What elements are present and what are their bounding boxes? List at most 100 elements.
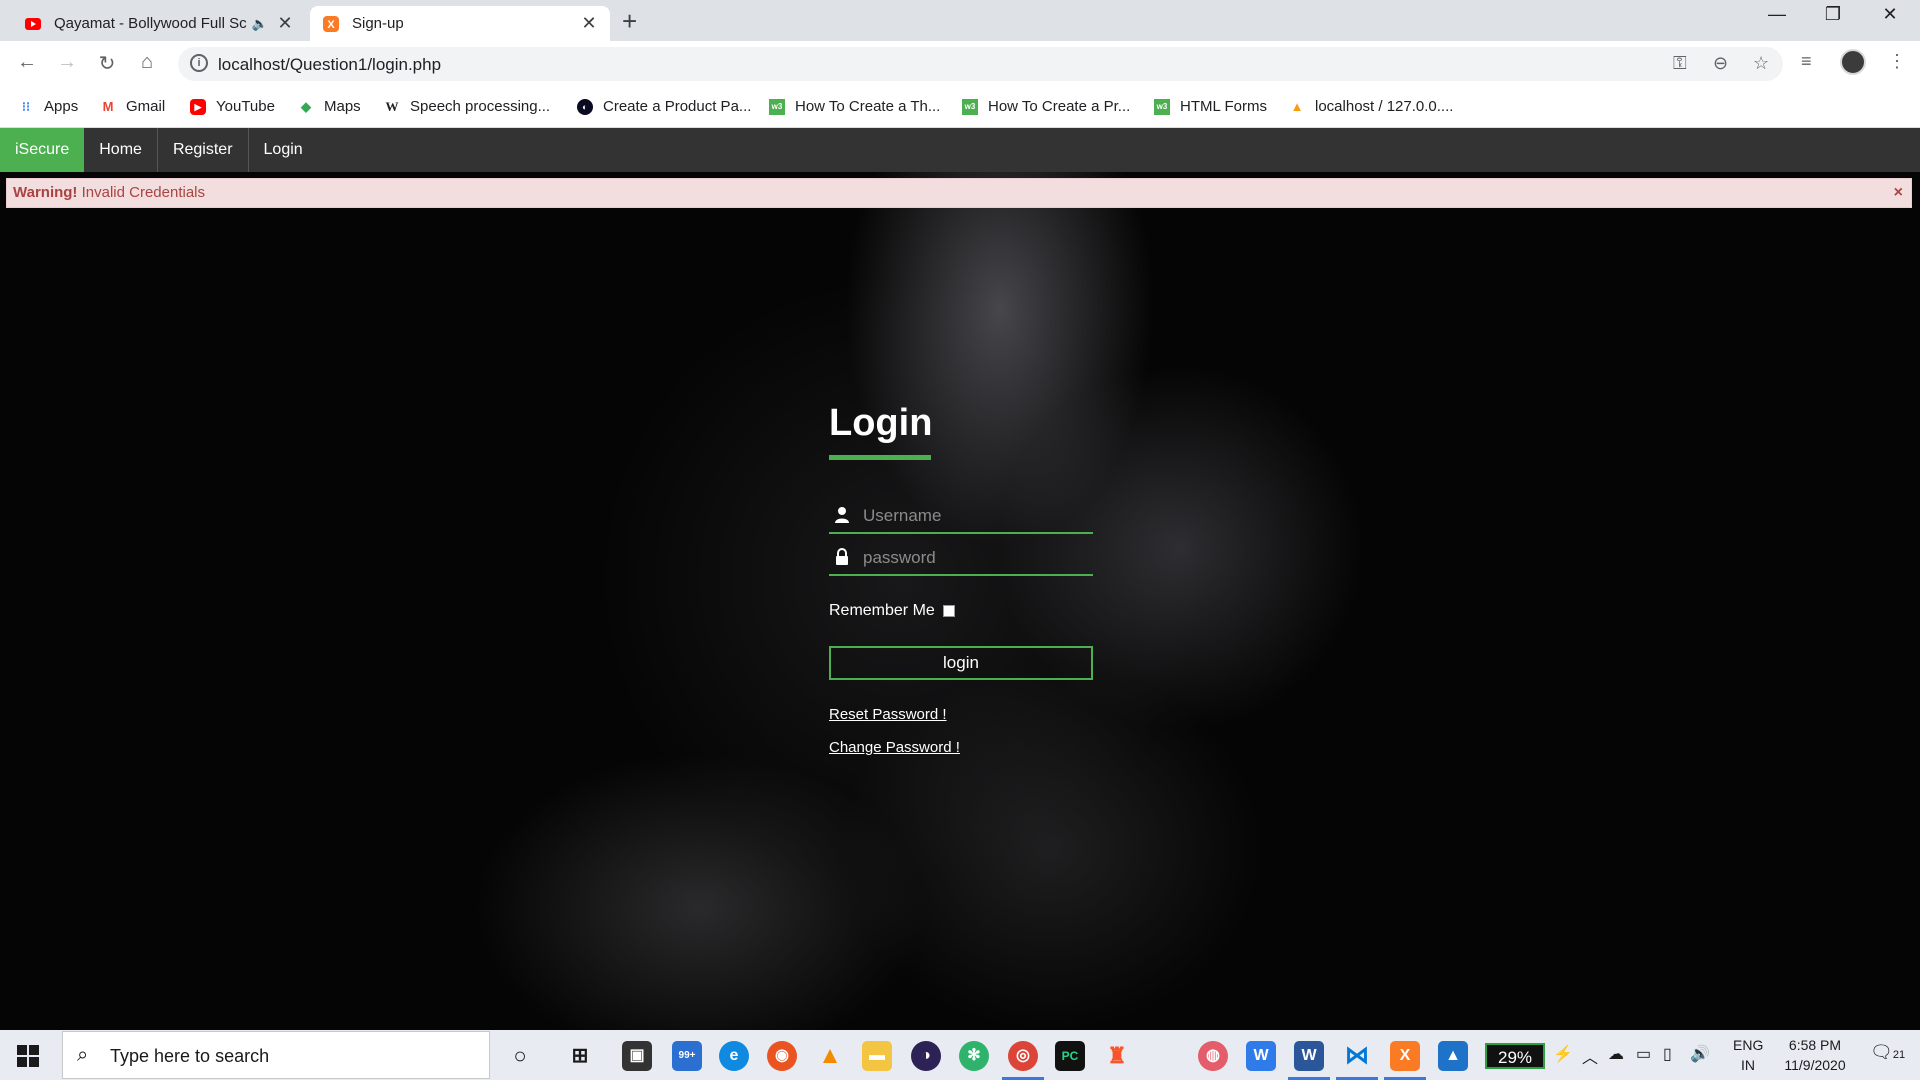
close-alert-icon[interactable]: × <box>1894 179 1903 207</box>
username-input[interactable] <box>863 504 1083 528</box>
close-tab-icon[interactable]: ✕ <box>580 13 598 34</box>
forward-arrow-icon[interactable]: → <box>53 51 81 74</box>
site-navbar: iSecure Home Register Login <box>0 128 1920 172</box>
bookmark-html-forms[interactable]: w3 HTML Forms <box>1154 98 1267 115</box>
svg-text:X: X <box>327 19 335 31</box>
chevron-up-icon[interactable]: ︿ <box>1582 1044 1598 1068</box>
language-code: ENG <box>1733 1037 1764 1053</box>
lock-icon <box>836 548 848 565</box>
bookmark-product-page[interactable]: ◐ Create a Product Pa... <box>577 98 751 115</box>
bookmark-label: Create a Product Pa... <box>603 98 752 115</box>
user-icon <box>835 507 849 523</box>
clock[interactable]: 6:58 PM 11/9/2020 <box>1775 1037 1855 1073</box>
bookmark-speech[interactable]: W Speech processing... <box>384 98 551 115</box>
bookmark-star-icon[interactable]: ☆ <box>1753 53 1769 74</box>
bookmarks-bar: ⁝⁝ Apps M Gmail ▶ YouTube ◆ Maps W Speec… <box>0 88 1920 128</box>
password-input[interactable] <box>863 546 1083 570</box>
windows-start-icon[interactable] <box>17 1045 39 1067</box>
username-field-wrapper <box>829 500 1093 534</box>
chrome-icon[interactable]: ◎ <box>1002 1041 1044 1080</box>
mail-icon[interactable]: 99+ <box>672 1041 702 1071</box>
address-bar[interactable]: i localhost/Question1/login.php ⚿ ⊖ ☆ <box>178 47 1783 81</box>
menu-kebab-icon[interactable]: ⋮ <box>1888 51 1906 72</box>
photos-icon[interactable]: ▲ <box>1438 1041 1468 1071</box>
key-icon[interactable]: ⚿ <box>1673 53 1687 74</box>
alert-message: Invalid Credentials <box>77 184 206 201</box>
new-tab-button[interactable]: + <box>622 8 637 34</box>
battery-indicator[interactable]: 29% <box>1485 1043 1545 1069</box>
vscode-icon[interactable]: ⋈ <box>1336 1041 1378 1080</box>
edge-icon[interactable]: e <box>719 1041 749 1071</box>
battery-icon[interactable]: ▯ <box>1663 1044 1672 1064</box>
ubuntu-icon[interactable]: ◉ <box>767 1041 797 1071</box>
remember-me-row: Remember Me <box>829 602 1093 620</box>
bookmark-label: Apps <box>44 98 79 115</box>
restore-button[interactable]: ❐ <box>1813 4 1853 25</box>
volume-icon[interactable]: 🔊 <box>1690 1044 1710 1064</box>
home-icon[interactable]: ⌂ <box>133 51 161 74</box>
bookmark-youtube[interactable]: ▶ YouTube <box>190 98 275 115</box>
profile-avatar[interactable] <box>1840 49 1866 75</box>
nav-home[interactable]: Home <box>84 128 158 172</box>
onedrive-icon[interactable]: ☁ <box>1608 1044 1624 1064</box>
task-view-icon[interactable]: ⊞ <box>565 1041 595 1071</box>
cortana-icon[interactable]: ○ <box>505 1041 535 1071</box>
bookmark-label: Maps <box>324 98 361 115</box>
bookmark-localhost[interactable]: ▲ localhost / 127.0.0.... <box>1289 98 1454 115</box>
pycharm-icon[interactable]: PC <box>1055 1041 1085 1071</box>
vlc-icon[interactable]: ▲ <box>815 1041 845 1071</box>
back-arrow-icon[interactable]: ← <box>13 51 41 74</box>
security-icon[interactable]: ▭ <box>1636 1044 1651 1064</box>
atom-icon[interactable]: ✻ <box>959 1041 989 1071</box>
mail-badge: 99+ <box>678 1050 696 1061</box>
notification-count: 21 <box>1892 1049 1906 1061</box>
alert-strong: Warning! <box>13 184 78 201</box>
close-tab-icon[interactable]: ✕ <box>276 13 294 34</box>
media-control-icon[interactable]: ≡ <box>1801 51 1812 72</box>
clock-time: 6:58 PM <box>1788 1037 1842 1053</box>
remember-me-checkbox[interactable] <box>942 605 955 617</box>
language-indicator[interactable]: ENG IN <box>1733 1037 1763 1073</box>
close-window-button[interactable]: ✕ <box>1870 4 1910 25</box>
change-password-link[interactable]: Change Password ! <box>829 739 1093 756</box>
notification-icon[interactable]: 🗨21 <box>1870 1042 1905 1063</box>
tab-youtube[interactable]: Qayamat - Bollywood Full Sc 🔈 ✕ <box>12 6 306 41</box>
bookmark-label: Speech processing... <box>410 98 551 115</box>
password-field-wrapper <box>829 542 1093 576</box>
site-info-icon[interactable]: i <box>190 54 208 72</box>
nav-register[interactable]: Register <box>158 128 249 172</box>
minimize-button[interactable]: — <box>1757 4 1797 25</box>
url-text[interactable]: localhost/Question1/login.php <box>218 55 441 75</box>
word-icon[interactable]: W <box>1288 1041 1330 1080</box>
speaker-muted-icon[interactable]: 🔈 <box>252 16 268 32</box>
tab-signup[interactable]: X Sign-up ✕ <box>310 6 610 41</box>
eclipse-icon[interactable]: ◑ <box>911 1041 941 1071</box>
freecodecamp-icon: ◐ <box>577 98 593 115</box>
store-icon[interactable]: ▣ <box>622 1041 652 1071</box>
login-form: Login Remember Me login Reset Password !… <box>829 402 1093 756</box>
bookmark-create-th[interactable]: w3 How To Create a Th... <box>769 98 940 115</box>
taskbar-search[interactable]: ⌕ Type here to search <box>62 1031 490 1079</box>
reset-password-link[interactable]: Reset Password ! <box>829 706 1093 723</box>
brave-icon[interactable]: ♜ <box>1102 1041 1132 1071</box>
xampp-icon[interactable]: X <box>1384 1041 1426 1080</box>
zoom-icon[interactable]: ⊖ <box>1713 53 1728 74</box>
bookmark-maps[interactable]: ◆ Maps <box>298 98 361 115</box>
login-button[interactable]: login <box>829 646 1093 680</box>
nav-brand[interactable]: iSecure <box>0 128 85 172</box>
gmail-icon: M <box>102 98 114 114</box>
bookmark-create-pr[interactable]: w3 How To Create a Pr... <box>962 98 1130 115</box>
w3schools-icon: w3 <box>769 98 785 115</box>
writer-icon[interactable]: W <box>1246 1041 1276 1071</box>
clock-date: 11/9/2020 <box>1784 1057 1846 1073</box>
bookmark-label: How To Create a Pr... <box>988 98 1131 115</box>
w3schools-icon: w3 <box>1154 98 1170 115</box>
bookmark-apps[interactable]: ⁝⁝ Apps <box>18 98 78 115</box>
bookmark-gmail[interactable]: M Gmail <box>100 98 166 115</box>
remember-me-label: Remember Me <box>829 602 935 619</box>
app-icon[interactable]: ◍ <box>1198 1041 1228 1071</box>
nav-login[interactable]: Login <box>249 128 318 172</box>
file-explorer-icon[interactable]: ▬ <box>862 1041 892 1071</box>
reload-icon[interactable]: ↻ <box>93 51 121 76</box>
maps-icon: ◆ <box>301 98 311 114</box>
